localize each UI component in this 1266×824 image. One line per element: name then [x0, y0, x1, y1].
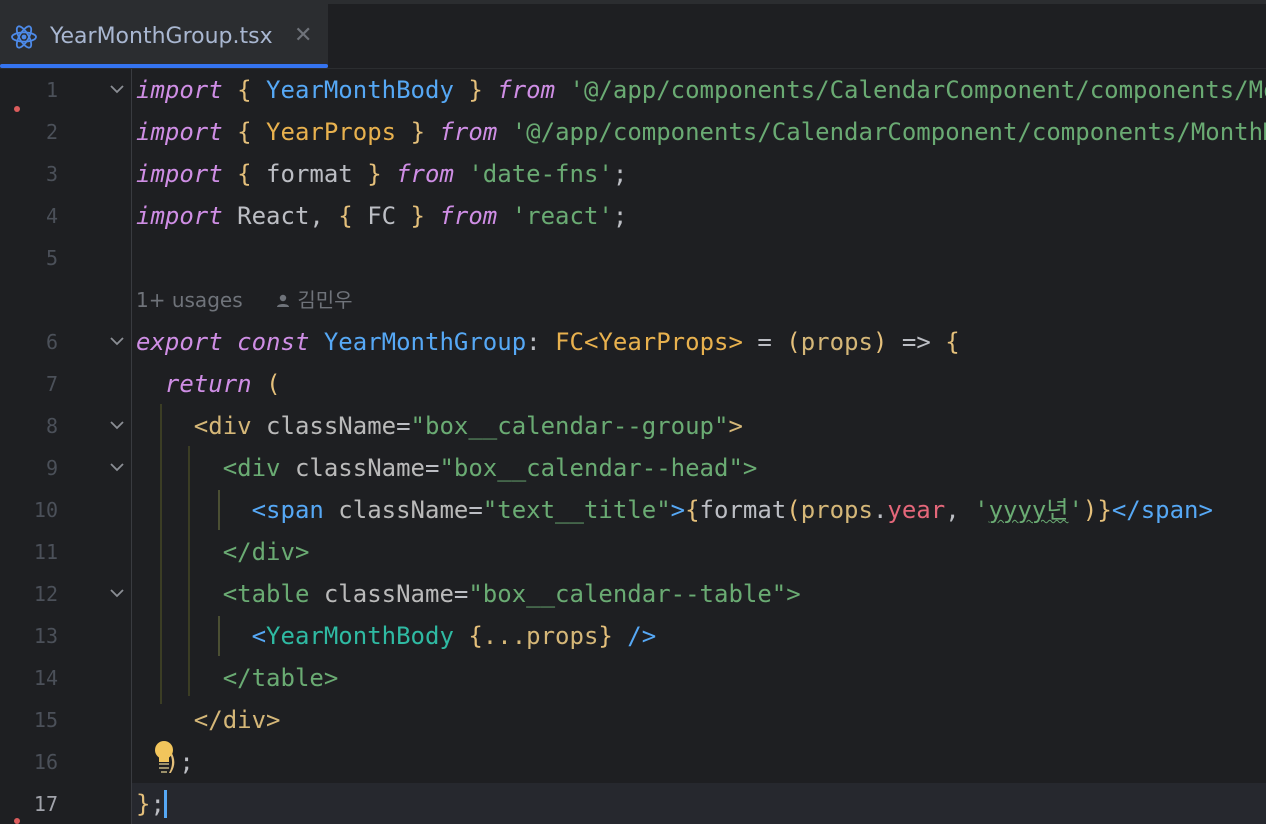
- fold-chevron-icon[interactable]: [106, 573, 128, 615]
- change-marker: [14, 106, 20, 112]
- author-hint[interactable]: 김민우: [297, 288, 352, 312]
- code-line-14[interactable]: </table>: [136, 657, 339, 699]
- line-number: 7: [45, 372, 58, 396]
- code-line-15[interactable]: </div>: [136, 699, 281, 741]
- code-vision-hint[interactable]: 1+ usages 김민우: [136, 284, 353, 313]
- tab-label: YearMonthGroup.tsx: [50, 24, 273, 49]
- line-number: 3: [45, 162, 58, 186]
- line-number: 16: [33, 750, 58, 774]
- line-number: 10: [33, 498, 58, 522]
- editor-tab-bar: YearMonthGroup.tsx ✕: [0, 4, 1266, 69]
- ide-window: { "tab": { "label": "YearMonthGroup.tsx"…: [0, 0, 1266, 824]
- line-number: 6: [45, 330, 58, 354]
- code-line-12[interactable]: <table className="box__calendar--table">: [136, 573, 801, 615]
- current-line-highlight: [0, 783, 1266, 824]
- code-line-11[interactable]: </div>: [136, 531, 310, 573]
- code-line-9[interactable]: <div className="box__calendar--head">: [136, 447, 758, 489]
- code-line-17[interactable]: };: [136, 783, 165, 824]
- line-number: 14: [33, 666, 58, 690]
- lightbulb-icon[interactable]: [152, 740, 176, 774]
- code-line-7[interactable]: return (: [136, 363, 281, 405]
- line-number: 13: [33, 624, 58, 648]
- fold-chevron-icon[interactable]: [106, 405, 128, 447]
- line-number: 4: [45, 204, 58, 228]
- person-icon: [276, 294, 289, 307]
- usages-hint[interactable]: 1+ usages: [136, 288, 243, 312]
- fold-chevron-icon[interactable]: [106, 321, 128, 363]
- fold-chevron-icon[interactable]: [106, 447, 128, 489]
- text-caret: [164, 790, 167, 818]
- tab-active-indicator: [0, 64, 328, 68]
- line-number: 2: [45, 120, 58, 144]
- code-line-10[interactable]: <span className="text__title">{format(pr…: [136, 489, 1213, 531]
- react-icon: [11, 25, 37, 49]
- change-marker: [14, 818, 20, 824]
- line-number: 15: [33, 708, 58, 732]
- code-line-1[interactable]: import { YearMonthBody } from '@/app/com…: [136, 69, 1266, 111]
- close-icon[interactable]: ✕: [294, 23, 312, 48]
- code-line-13[interactable]: <YearMonthBody {...props} />: [136, 615, 657, 657]
- line-number-current: 17: [33, 792, 58, 816]
- code-line-3[interactable]: import { format } from 'date-fns';: [136, 153, 627, 195]
- line-number: 1: [45, 78, 58, 102]
- line-number: 11: [33, 540, 58, 564]
- code-line-6[interactable]: export const YearMonthGroup: FC<YearProp…: [136, 321, 960, 363]
- tab-yearmonthgroup[interactable]: YearMonthGroup.tsx ✕: [0, 4, 328, 68]
- line-number: 5: [45, 246, 58, 270]
- line-number: 8: [45, 414, 58, 438]
- code-line-8[interactable]: <div className="box__calendar--group">: [136, 405, 743, 447]
- line-number: 12: [33, 582, 58, 606]
- line-number: 9: [45, 456, 58, 480]
- code-line-2[interactable]: import { YearProps } from '@/app/compone…: [136, 111, 1266, 153]
- code-line-4[interactable]: import React, { FC } from 'react';: [136, 195, 627, 237]
- fold-chevron-icon[interactable]: [106, 69, 128, 111]
